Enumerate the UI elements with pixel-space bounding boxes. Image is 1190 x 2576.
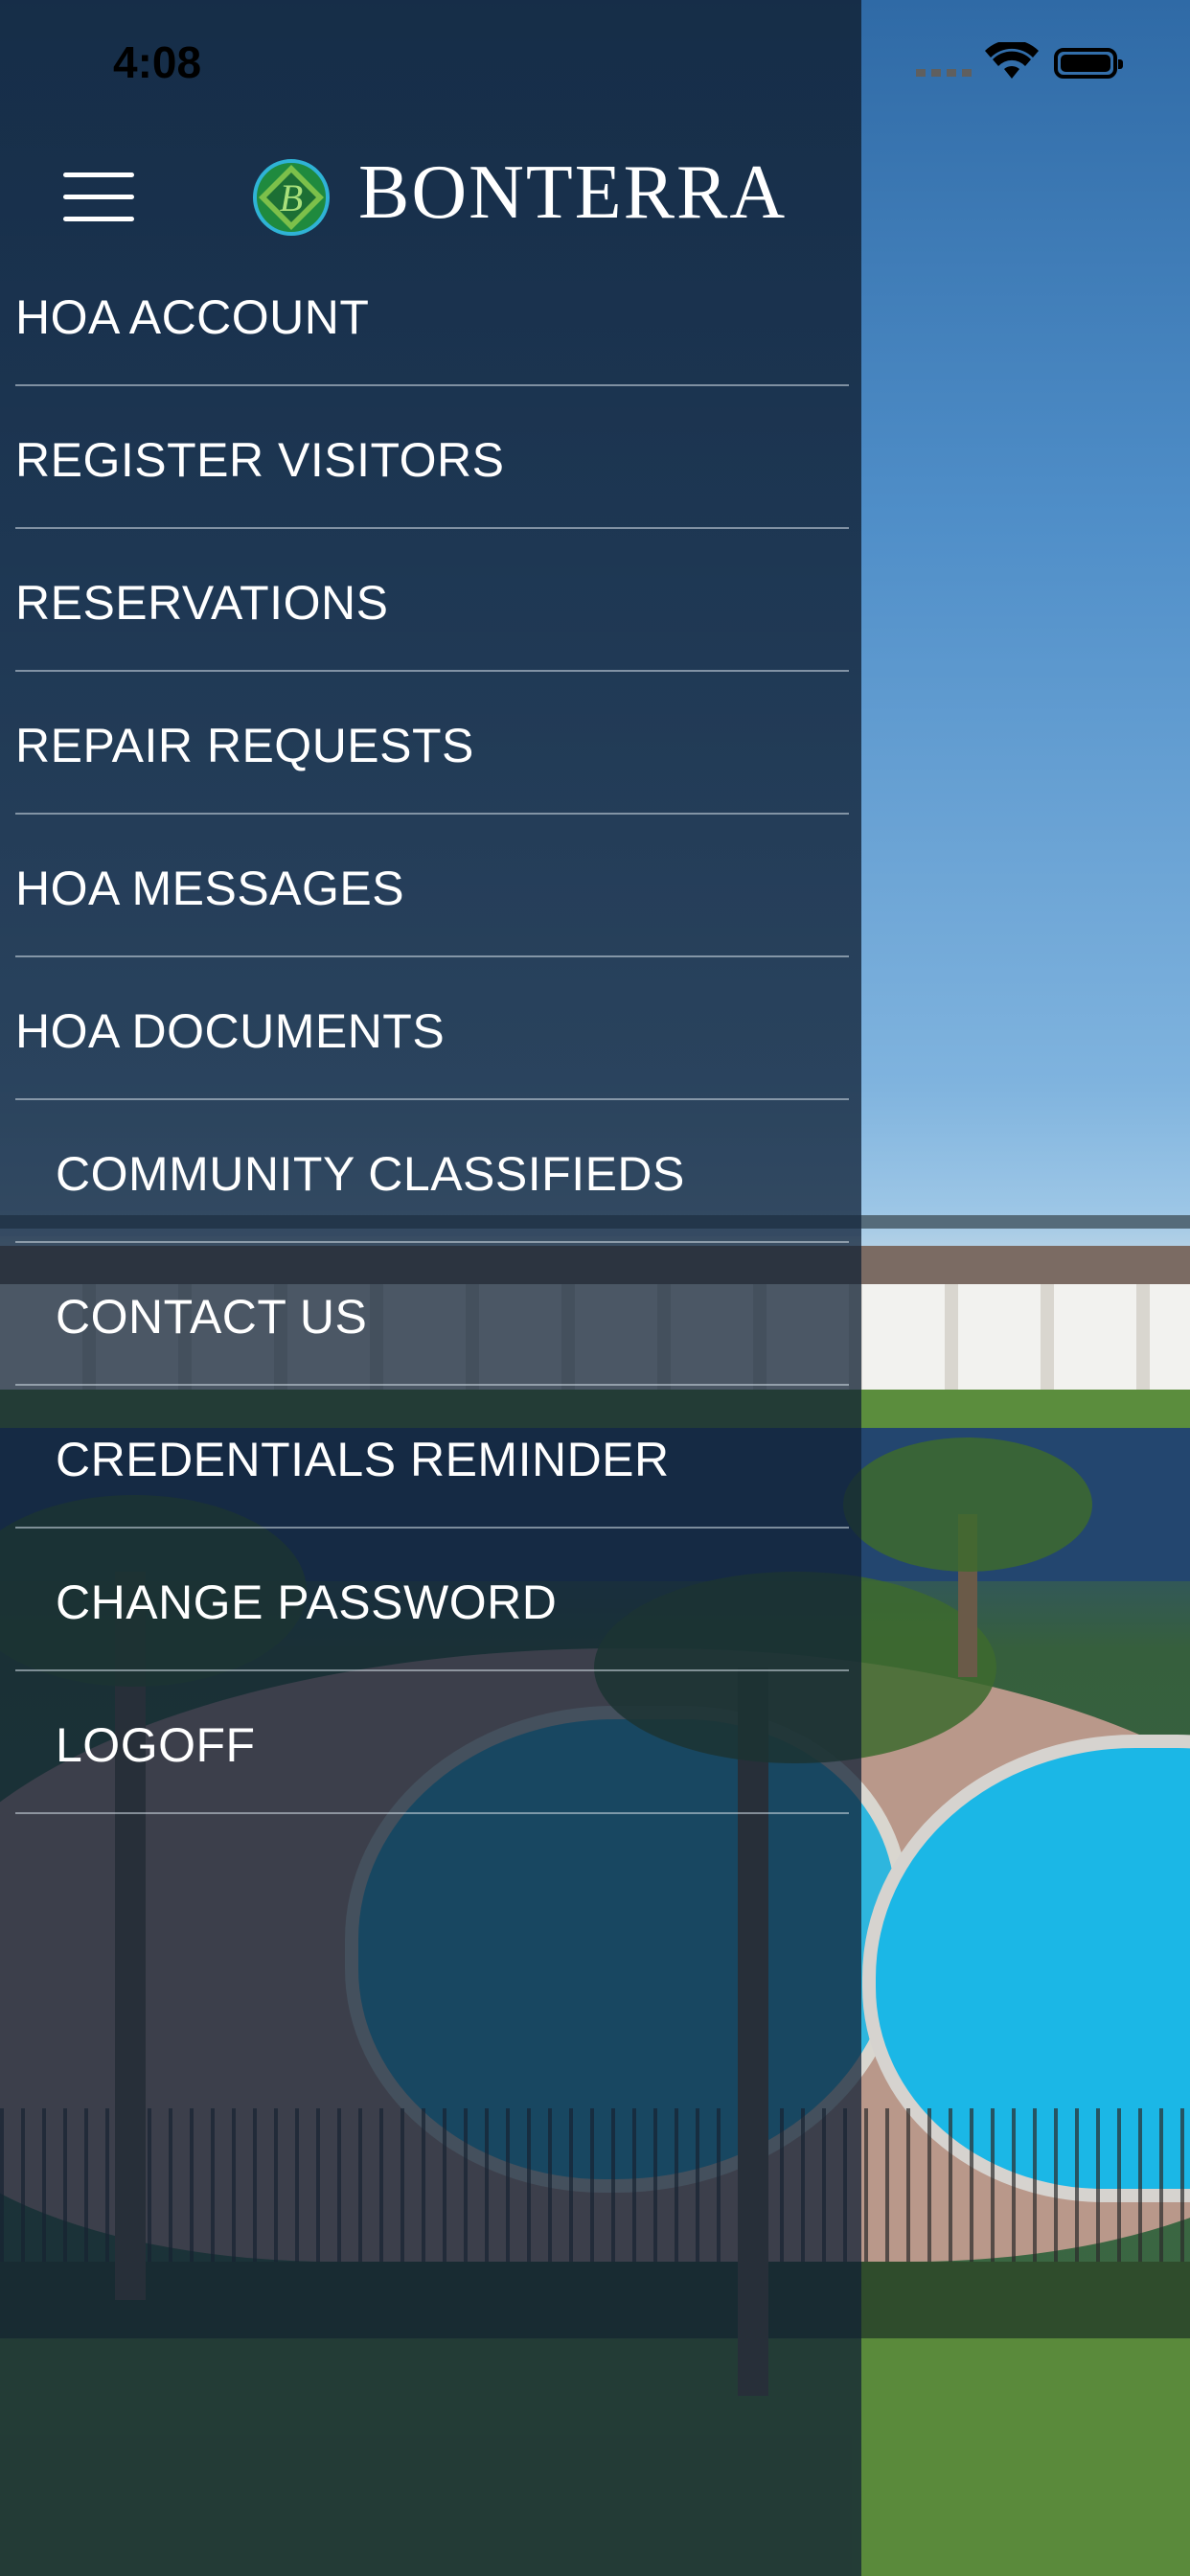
wifi-icon <box>985 42 1039 79</box>
menu-item-label: COMMUNITY CLASSIFIEDS <box>56 1147 685 1201</box>
drawer-menu: HOA ACCOUNT REGISTER VISITORS RESERVATIO… <box>15 243 849 1814</box>
svg-text:B: B <box>280 176 303 219</box>
menu-item-label: CHANGE PASSWORD <box>56 1576 558 1629</box>
menu-item-hoa-documents[interactable]: HOA DOCUMENTS <box>15 957 849 1100</box>
status-time: 4:08 <box>113 37 202 87</box>
hamburger-line <box>63 195 134 199</box>
menu-item-label: HOA ACCOUNT <box>15 290 370 344</box>
menu-item-repair-requests[interactable]: REPAIR REQUESTS <box>15 672 849 815</box>
menu-item-register-visitors[interactable]: REGISTER VISITORS <box>15 386 849 529</box>
status-bar: 4:08 <box>0 0 1190 126</box>
menu-item-credentials-reminder[interactable]: CREDENTIALS REMINDER <box>15 1386 849 1529</box>
menu-item-logoff[interactable]: LOGOFF <box>15 1671 849 1814</box>
menu-item-label: HOA DOCUMENTS <box>15 1004 446 1058</box>
menu-item-contact-us[interactable]: CONTACT US <box>15 1243 849 1386</box>
hamburger-line <box>63 217 134 221</box>
battery-icon <box>1054 48 1123 79</box>
bonterra-logo-text: BONTERRA <box>358 150 788 235</box>
bonterra-emblem-icon: B <box>253 159 330 236</box>
menu-item-change-password[interactable]: CHANGE PASSWORD <box>15 1529 849 1671</box>
menu-item-label: RESERVATIONS <box>15 576 389 630</box>
menu-item-label: LOGOFF <box>56 1718 256 1772</box>
menu-item-label: CONTACT US <box>56 1290 368 1344</box>
hamburger-icon[interactable] <box>63 169 138 224</box>
hamburger-line <box>63 172 134 177</box>
menu-item-label: REGISTER VISITORS <box>15 433 505 487</box>
menu-item-community-classifieds[interactable]: COMMUNITY CLASSIFIEDS <box>15 1100 849 1243</box>
menu-item-label: CREDENTIALS REMINDER <box>56 1433 670 1486</box>
menu-item-hoa-messages[interactable]: HOA MESSAGES <box>15 815 849 957</box>
menu-item-reservations[interactable]: RESERVATIONS <box>15 529 849 672</box>
menu-item-label: HOA MESSAGES <box>15 862 405 915</box>
signal-icon <box>916 69 972 77</box>
menu-item-hoa-account[interactable]: HOA ACCOUNT <box>15 243 849 386</box>
menu-item-label: REPAIR REQUESTS <box>15 719 474 772</box>
palm-fronds <box>843 1438 1092 1572</box>
